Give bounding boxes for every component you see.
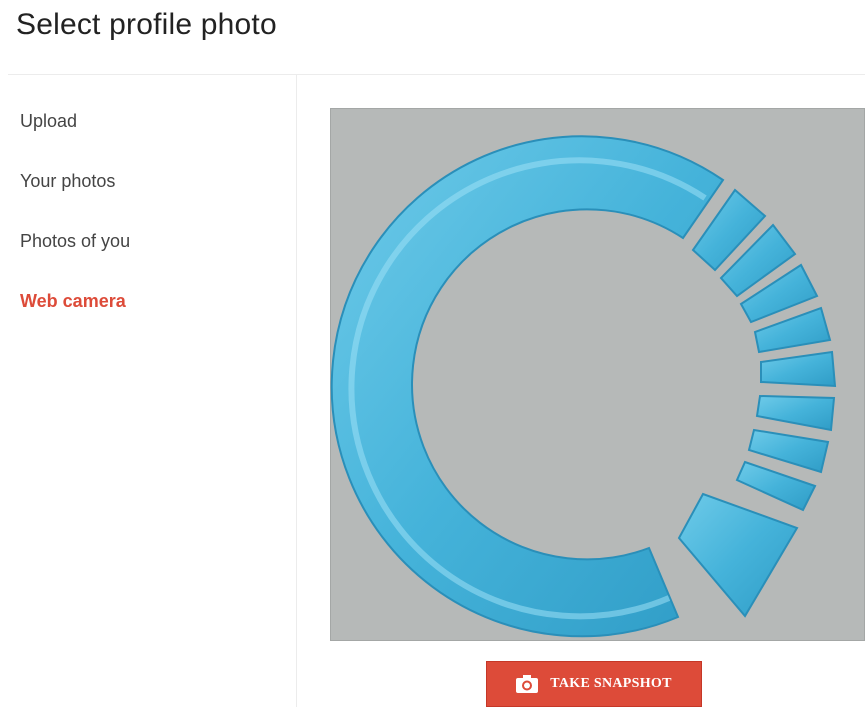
- source-nav: Upload Your photos Photos of you Web cam…: [20, 106, 130, 346]
- sidebar-divider: [296, 75, 297, 707]
- nav-item-your-photos[interactable]: Your photos: [20, 166, 130, 196]
- circular-logo-image: [330, 135, 837, 638]
- nav-item-web-camera[interactable]: Web camera: [20, 286, 130, 316]
- select-profile-photo-dialog: Select profile photo Upload Your photos …: [0, 0, 865, 707]
- header-divider: [8, 74, 865, 75]
- take-snapshot-label: TAKE SNAPSHOT: [550, 676, 672, 691]
- webcam-preview: [330, 108, 865, 641]
- nav-item-upload[interactable]: Upload: [20, 106, 130, 136]
- nav-item-photos-of-you[interactable]: Photos of you: [20, 226, 130, 256]
- camera-icon: [516, 675, 539, 693]
- dialog-title: Select profile photo: [16, 8, 277, 41]
- take-snapshot-button[interactable]: TAKE SNAPSHOT: [486, 661, 702, 707]
